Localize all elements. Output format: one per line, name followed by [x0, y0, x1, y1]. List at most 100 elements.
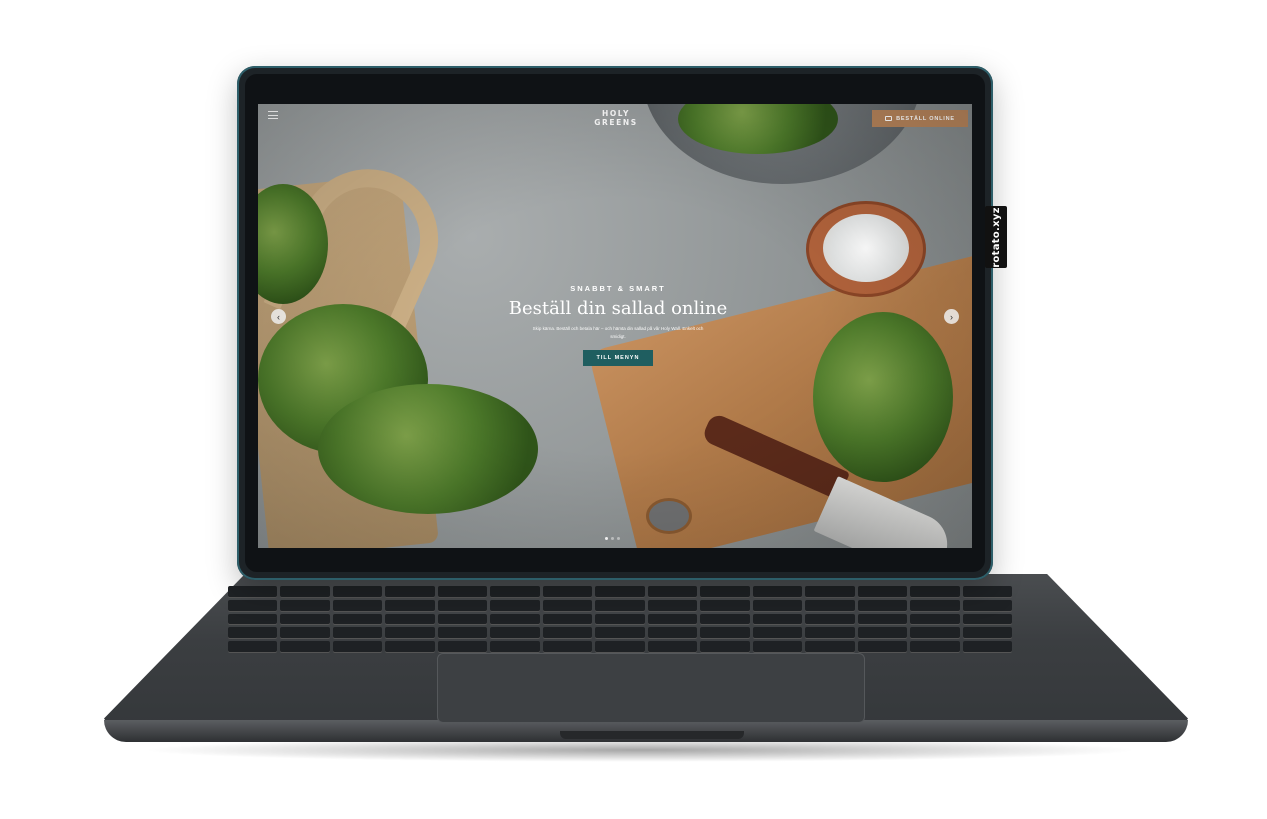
keyboard-key: [228, 641, 278, 652]
carousel-dot[interactable]: [605, 537, 608, 540]
hamburger-menu-icon[interactable]: [268, 111, 278, 119]
keyboard-key: [595, 627, 645, 639]
watermark-tag: rotato.xyz: [985, 206, 1007, 268]
keyboard-key: [910, 613, 960, 625]
keyboard-key: [962, 599, 1012, 611]
keyboard-key: [595, 641, 645, 652]
keyboard-key: [332, 586, 383, 597]
keyboard-key: [280, 599, 330, 611]
order-online-button[interactable]: BESTÄLL ONLINE: [872, 110, 968, 127]
keyboard-key: [752, 613, 803, 625]
keyboard-key: [700, 627, 750, 639]
keyboard-key: [332, 641, 383, 652]
website-screen: HOLY GREENS BESTÄLL ONLINE SNABBT & SMAR…: [258, 104, 972, 548]
keyboard-key: [280, 613, 330, 625]
keyboard-key: [962, 627, 1012, 639]
site-logo[interactable]: HOLY GREENS: [588, 109, 644, 127]
keyboard-key: [910, 599, 960, 611]
keyboard-key: [647, 586, 698, 597]
keyboard-key: [752, 599, 803, 611]
keyboard-key: [595, 613, 645, 625]
keyboard-key: [490, 586, 540, 597]
keyboard-key: [437, 586, 488, 597]
salt-image: [823, 214, 909, 282]
keyboard-key: [280, 586, 330, 597]
kale-image: [813, 312, 953, 482]
trackpad[interactable]: [437, 653, 865, 723]
keyboard-key: [962, 586, 1012, 597]
keyboard-key: [910, 641, 960, 652]
keyboard-key: [647, 641, 698, 652]
menu-cta-button[interactable]: TILL MENYN: [582, 350, 654, 366]
keyboard-key: [542, 641, 593, 652]
keyboard-key: [542, 613, 593, 625]
hero-subtext: Skip kärna. Beställ och betala här – och…: [532, 326, 704, 339]
keyboard-key: [857, 627, 908, 639]
keyboard-key: [857, 641, 908, 652]
hero-eyebrow: SNABBT & SMART: [570, 284, 666, 293]
logo-line2: GREENS: [594, 118, 638, 127]
keyboard: [222, 584, 1018, 654]
laptop-notch: [560, 731, 744, 739]
keyboard-key: [595, 599, 645, 611]
kale-image: [318, 384, 538, 514]
keyboard-key: [437, 613, 488, 625]
keyboard-key: [490, 613, 540, 625]
keyboard-key: [280, 627, 330, 639]
carousel-dot[interactable]: [611, 537, 614, 540]
keyboard-key: [857, 586, 908, 597]
keyboard-key: [332, 599, 383, 611]
keyboard-key: [437, 641, 488, 652]
keyboard-key: [595, 586, 645, 597]
keyboard-key: [857, 613, 908, 625]
keyboard-key: [542, 586, 593, 597]
keyboard-key: [228, 613, 278, 625]
chevron-left-icon[interactable]: ‹: [271, 309, 286, 324]
keyboard-key: [385, 599, 435, 611]
keyboard-key: [752, 586, 803, 597]
keyboard-key: [647, 613, 698, 625]
keyboard-key: [542, 599, 593, 611]
keyboard-key: [962, 613, 1012, 625]
keyboard-key: [700, 613, 750, 625]
keyboard-key: [385, 641, 435, 652]
keyboard-key: [385, 627, 435, 639]
keyboard-key: [332, 627, 383, 639]
hero-headline: Beställ din sallad online: [508, 298, 728, 319]
watermark-text: rotato.xyz: [990, 206, 1002, 268]
keyboard-key: [700, 586, 750, 597]
salt-bowl-image: [806, 201, 926, 297]
keyboard-key: [437, 627, 488, 639]
carousel-dot[interactable]: [617, 537, 620, 540]
chevron-right-icon[interactable]: ›: [944, 309, 959, 324]
cart-icon: [885, 116, 893, 121]
keyboard-key: [490, 599, 540, 611]
keyboard-key: [910, 627, 960, 639]
keyboard-key: [228, 586, 278, 597]
keyboard-key: [228, 599, 278, 611]
keyboard-key: [962, 641, 1012, 652]
logo-line1: HOLY: [601, 109, 631, 118]
keyboard-key: [857, 599, 908, 611]
keyboard-key: [805, 641, 855, 652]
keyboard-key: [752, 627, 803, 639]
keyboard-key: [752, 641, 803, 652]
keyboard-key: [385, 613, 435, 625]
keyboard-key: [700, 599, 750, 611]
keyboard-key: [228, 627, 278, 639]
keyboard-key: [647, 599, 698, 611]
keyboard-key: [647, 627, 698, 639]
keyboard-key: [700, 641, 750, 652]
keyboard-key: [280, 641, 330, 652]
keyboard-key: [542, 627, 593, 639]
hero-section: SNABBT & SMART Beställ din sallad online…: [478, 284, 758, 366]
keyboard-key: [805, 613, 855, 625]
keyboard-key: [805, 599, 855, 611]
board-hole: [646, 498, 692, 534]
keyboard-key: [805, 586, 855, 597]
order-online-label: BESTÄLL ONLINE: [896, 115, 955, 122]
keyboard-key: [385, 586, 435, 597]
carousel-dots: [605, 537, 620, 540]
keyboard-key: [437, 599, 488, 611]
keyboard-key: [805, 627, 855, 639]
